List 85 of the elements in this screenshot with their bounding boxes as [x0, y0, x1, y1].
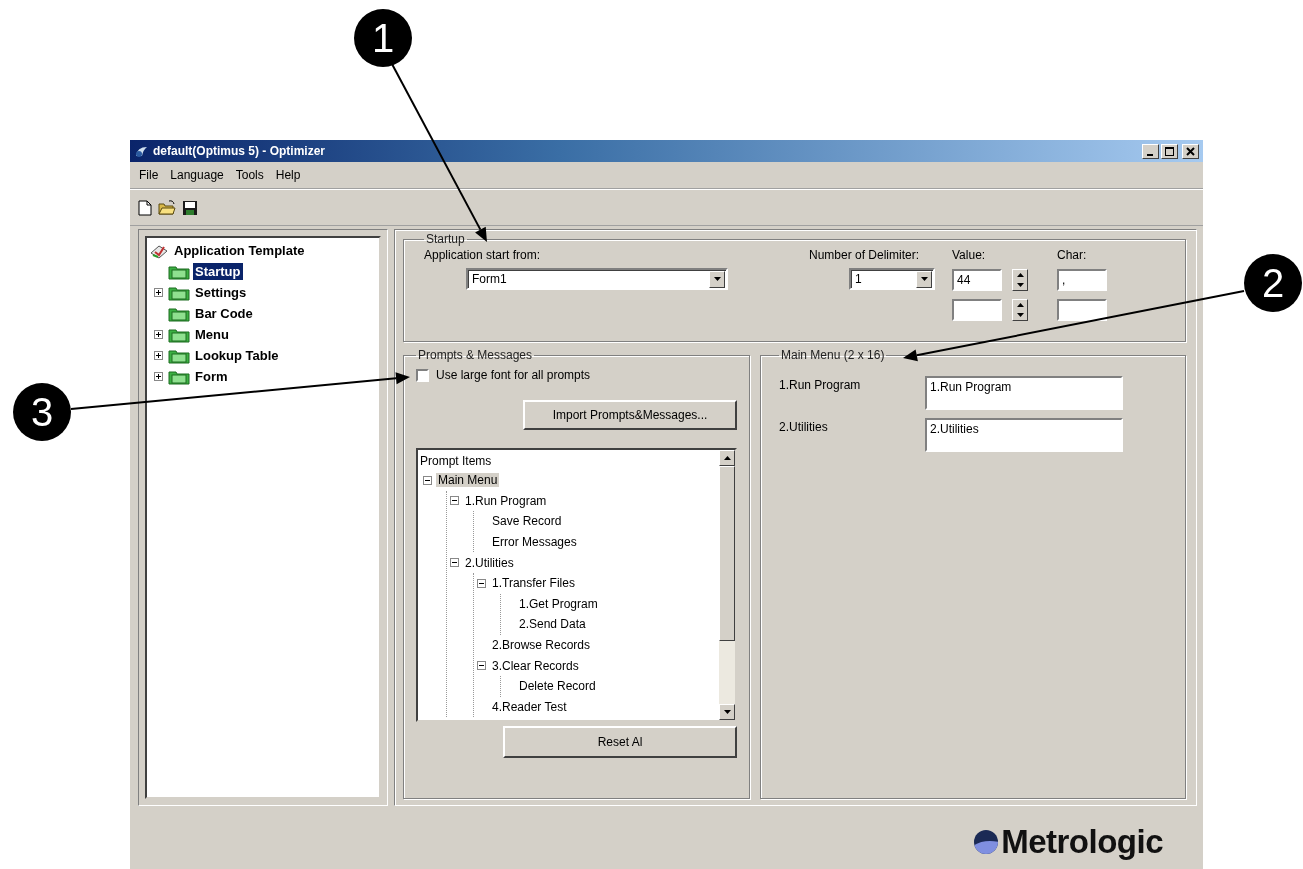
menubar-label[interactable]: Tools — [230, 166, 269, 184]
list-header: Prompt Items — [420, 453, 493, 470]
field-label: Application start from: — [424, 248, 542, 262]
callout-badge: 2 — [1244, 254, 1302, 312]
down-arrow-icon[interactable] — [1016, 313, 1024, 317]
folder-icon — [168, 263, 190, 280]
logo-icon — [973, 828, 1000, 855]
scrollbar-thumb[interactable] — [719, 466, 735, 641]
caret-icon — [920, 277, 928, 281]
field-label: 2.Utilities — [779, 419, 829, 436]
scroll-up-button[interactable] — [719, 450, 735, 466]
input-field[interactable] — [952, 299, 1002, 321]
up-arrow-icon[interactable] — [1016, 303, 1024, 307]
group-label: Startup — [425, 232, 466, 246]
caret-icon — [713, 277, 721, 281]
collapse-icon[interactable] — [422, 475, 432, 485]
group-label: Prompts & Messages — [417, 348, 534, 362]
folder-icon — [168, 326, 190, 343]
tree-item[interactable]: Form — [193, 368, 230, 385]
input-field[interactable]: , — [1057, 269, 1107, 291]
dropdown-button[interactable] — [916, 270, 932, 288]
tree-item[interactable]: Menu — [193, 326, 231, 343]
tree-root[interactable]: Application Template — [172, 242, 307, 259]
new-file-icon[interactable] — [138, 199, 152, 216]
tree-item[interactable]: Delete Record — [517, 679, 598, 694]
expand-icon[interactable] — [153, 330, 163, 339]
input-field[interactable]: 1.Run Program — [925, 376, 1123, 410]
folder-icon — [168, 368, 190, 385]
menubar-label[interactable]: Help — [270, 166, 306, 184]
callout-badge: 3 — [13, 383, 71, 441]
checkbox-label: Use large font for all prompts — [436, 368, 591, 382]
tree-item[interactable]: Bar Code — [193, 305, 255, 322]
tree-item[interactable]: Error Messages — [490, 535, 579, 550]
collapse-icon[interactable] — [449, 496, 459, 506]
dropdown-field[interactable]: 1 — [849, 268, 935, 290]
tree-item[interactable]: 1.Run Program — [463, 493, 549, 508]
tree-item[interactable]: Settings — [193, 284, 249, 301]
window-title: default(Optimus 5) - Optimizer — [153, 144, 325, 158]
tree-item[interactable]: 1.Get Program — [517, 596, 600, 611]
expand-icon[interactable] — [153, 351, 163, 360]
up-arrow-icon[interactable] — [1016, 273, 1024, 277]
scrollbar[interactable] — [719, 450, 735, 720]
down-arrow-icon[interactable] — [1016, 283, 1024, 287]
checkbox[interactable] — [416, 368, 429, 382]
import-button[interactable]: Import Prompts&Messages... — [523, 400, 737, 430]
tree-item[interactable]: 1.Transfer Files — [490, 576, 577, 591]
folder-icon — [168, 347, 190, 364]
expand-icon[interactable] — [153, 372, 163, 381]
tree-item[interactable]: Save Record — [490, 514, 564, 529]
menubar-label[interactable]: File — [134, 166, 164, 184]
tree-item[interactable]: 2.Utilities — [463, 555, 516, 570]
input-field[interactable]: 2.Utilities — [925, 418, 1123, 452]
reset-button[interactable]: Reset Al — [503, 726, 737, 758]
folder-icon — [168, 305, 190, 322]
tree-item[interactable]: 2.Browse Records — [490, 638, 593, 653]
tree-item[interactable]: Lookup Table — [193, 347, 281, 364]
callout-badge: 1 — [354, 9, 412, 67]
spin-button[interactable] — [1012, 269, 1028, 291]
field-label: Char: — [1057, 248, 1088, 262]
spin-button[interactable] — [1012, 299, 1028, 321]
scroll-down-button[interactable] — [719, 704, 735, 720]
input-field[interactable]: 44 — [952, 269, 1002, 291]
collapse-icon[interactable] — [449, 558, 459, 568]
folder-icon — [168, 284, 190, 301]
down-arrow-icon[interactable] — [723, 710, 731, 714]
field-label: Number of Delimiter: — [809, 248, 920, 262]
field-label: Value: — [952, 248, 987, 262]
save-icon[interactable] — [182, 199, 198, 216]
folder-icon[interactable] — [158, 199, 176, 216]
group-label: Main Menu (2 x 16) — [780, 348, 886, 362]
tree-item[interactable]: Main Menu — [436, 473, 500, 488]
tree-item[interactable]: 3.Clear Records — [490, 658, 581, 673]
dropdown-button[interactable] — [709, 270, 725, 288]
tree-item[interactable]: Startup — [193, 263, 243, 280]
expand-icon[interactable] — [153, 288, 163, 297]
up-arrow-icon[interactable] — [723, 456, 731, 460]
logo-wordmark: Metrologic — [1001, 822, 1163, 861]
field-label: 1.Run Program — [779, 377, 862, 394]
collapse-icon[interactable] — [476, 578, 486, 588]
tree-item[interactable]: 4.Reader Test — [490, 699, 569, 714]
collapse-icon[interactable] — [476, 661, 486, 671]
menubar-label[interactable]: Language — [165, 166, 229, 184]
input-field[interactable] — [1057, 299, 1107, 321]
tree-item[interactable]: 2.Send Data — [517, 617, 588, 632]
dropdown-field[interactable]: Form1 — [466, 268, 728, 290]
